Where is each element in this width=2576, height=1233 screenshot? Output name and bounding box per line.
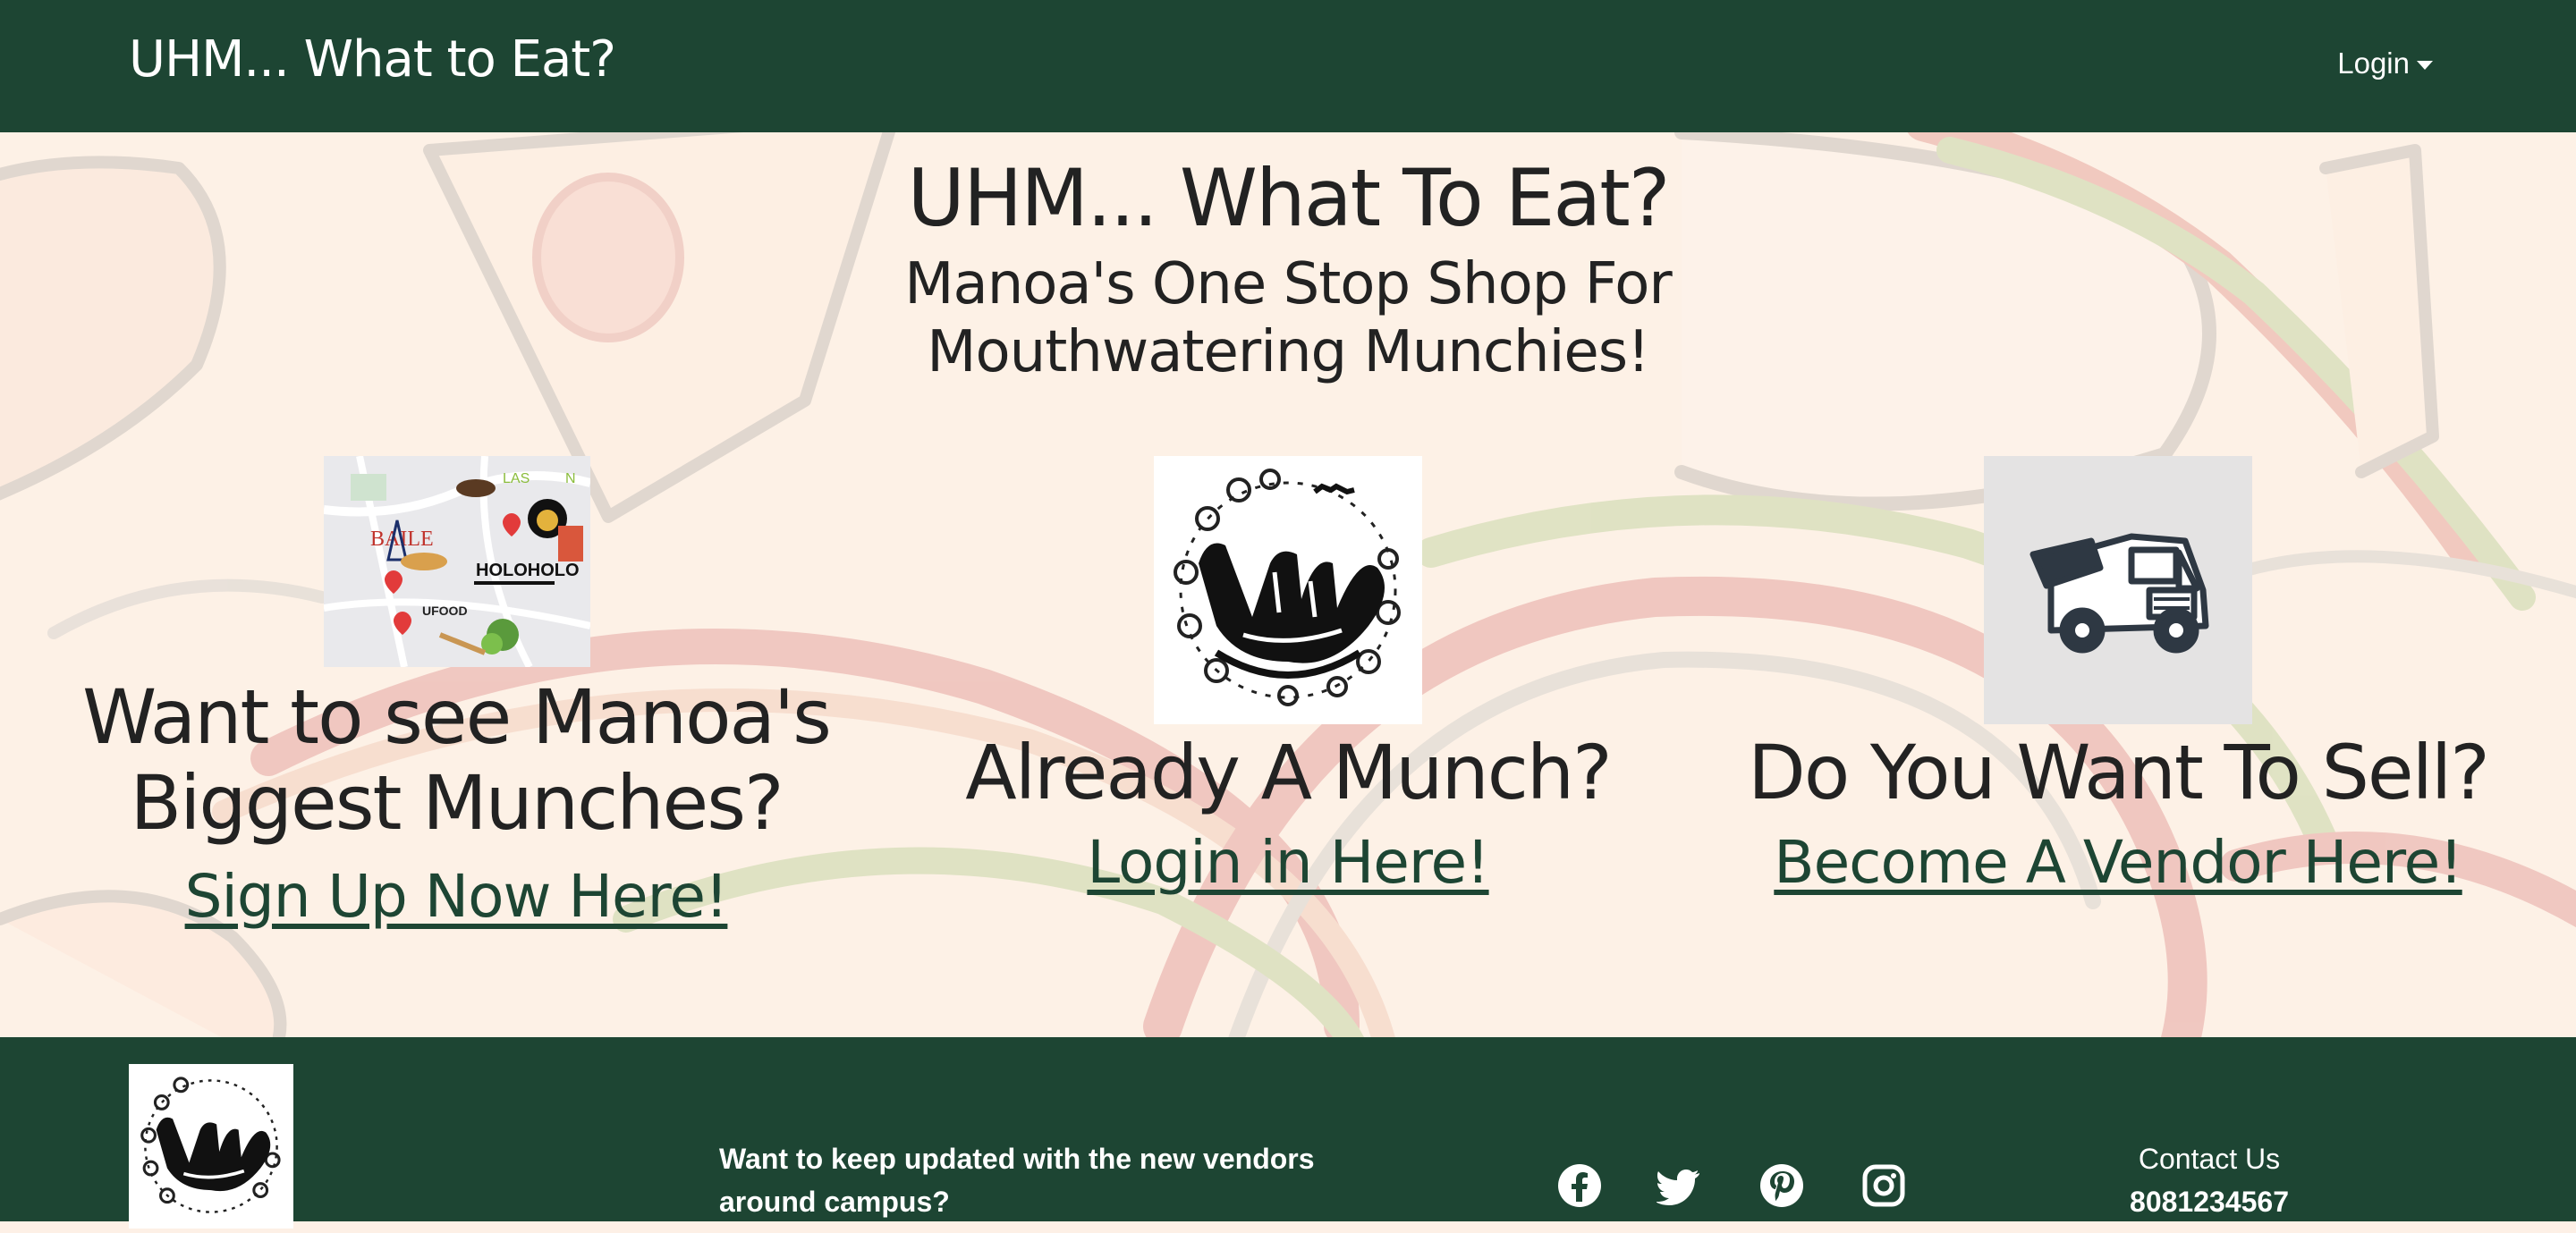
food-truck-image [1984,456,2252,724]
login-dropdown-label: Login [2337,46,2410,80]
signup-column: Want to see Manoa's Biggest Munches? Sig… [54,674,859,931]
contact-phone[interactable]: 8081234567 [2084,1186,2334,1219]
become-vendor-link[interactable]: Become A Vendor Here! [1774,828,2462,897]
login-link[interactable]: Login in Here! [1087,828,1489,897]
vendor-column: Do You Want To Sell? Become A Vendor Her… [1707,730,2529,897]
signup-link[interactable]: Sign Up Now Here! [185,862,729,931]
facebook-icon[interactable] [1556,1162,1603,1209]
login-column: Already A Munch? Login in Here! [877,730,1699,897]
uh-pride-shaka-logo-image [1154,456,1422,724]
map-label-n: N [565,471,576,486]
twitter-icon[interactable] [1656,1162,1703,1209]
footer: Want to keep updated with the new vendor… [0,1037,2576,1229]
campus-food-map-image: LAS N BAILE HOLOHOLO UFOOD [324,456,590,667]
login-heading: Already A Munch? [965,729,1613,816]
map-label-ufood: UFOOD [422,604,468,618]
signup-heading: Want to see Manoa's Biggest Munches? [82,673,832,847]
hero-title: UHM... What To Eat? [907,152,1671,244]
hero-section: UHM... What To Eat? Manoa's One Stop Sho… [0,132,2576,1037]
login-dropdown[interactable]: Login [2337,46,2433,80]
vendor-heading: Do You Want To Sell? [1748,729,2490,816]
map-label-las: LAS [503,471,530,486]
pinterest-icon[interactable] [1758,1162,1805,1209]
top-navbar: UHM... What to Eat? Login [0,0,2576,132]
footer-uh-pride-logo [129,1064,293,1229]
brand-link[interactable]: UHM... What to Eat? [129,30,616,89]
hero-subtitle: Manoa's One Stop Shop For Mouthwatering … [904,251,1672,385]
contact-us-heading: Contact Us [2138,1143,2281,1175]
instagram-icon[interactable] [1860,1162,1907,1209]
map-label-holoholo: HOLOHOLO [476,561,580,580]
newsletter-text: Want to keep updated with the new vendor… [719,1143,1315,1218]
caret-down-icon [2417,61,2433,71]
